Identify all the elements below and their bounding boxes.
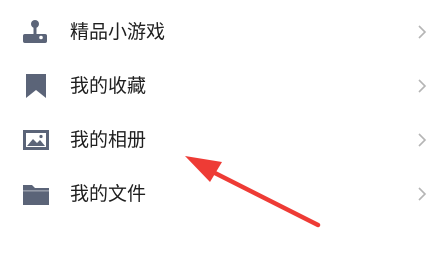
photo-album-icon	[23, 130, 49, 150]
folder-icon	[23, 185, 49, 205]
menu-item-label: 我的相册	[70, 129, 147, 151]
bookmark-icon	[26, 74, 46, 98]
chevron-right-icon	[418, 25, 427, 39]
chevron-right-icon	[418, 187, 427, 201]
menu-item-my-files[interactable]: 我的文件	[0, 167, 448, 221]
chevron-right-icon	[418, 79, 427, 93]
menu-item-label: 我的文件	[70, 183, 147, 205]
menu-item-label: 精品小游戏	[70, 21, 166, 43]
menu-item-label: 我的收藏	[70, 75, 147, 97]
menu-item-photo-album[interactable]: 我的相册	[0, 113, 448, 167]
joystick-icon	[23, 20, 47, 43]
menu-item-mini-games[interactable]: 精品小游戏	[0, 5, 448, 59]
chevron-right-icon	[418, 133, 427, 147]
menu-item-favorites[interactable]: 我的收藏	[0, 59, 448, 113]
